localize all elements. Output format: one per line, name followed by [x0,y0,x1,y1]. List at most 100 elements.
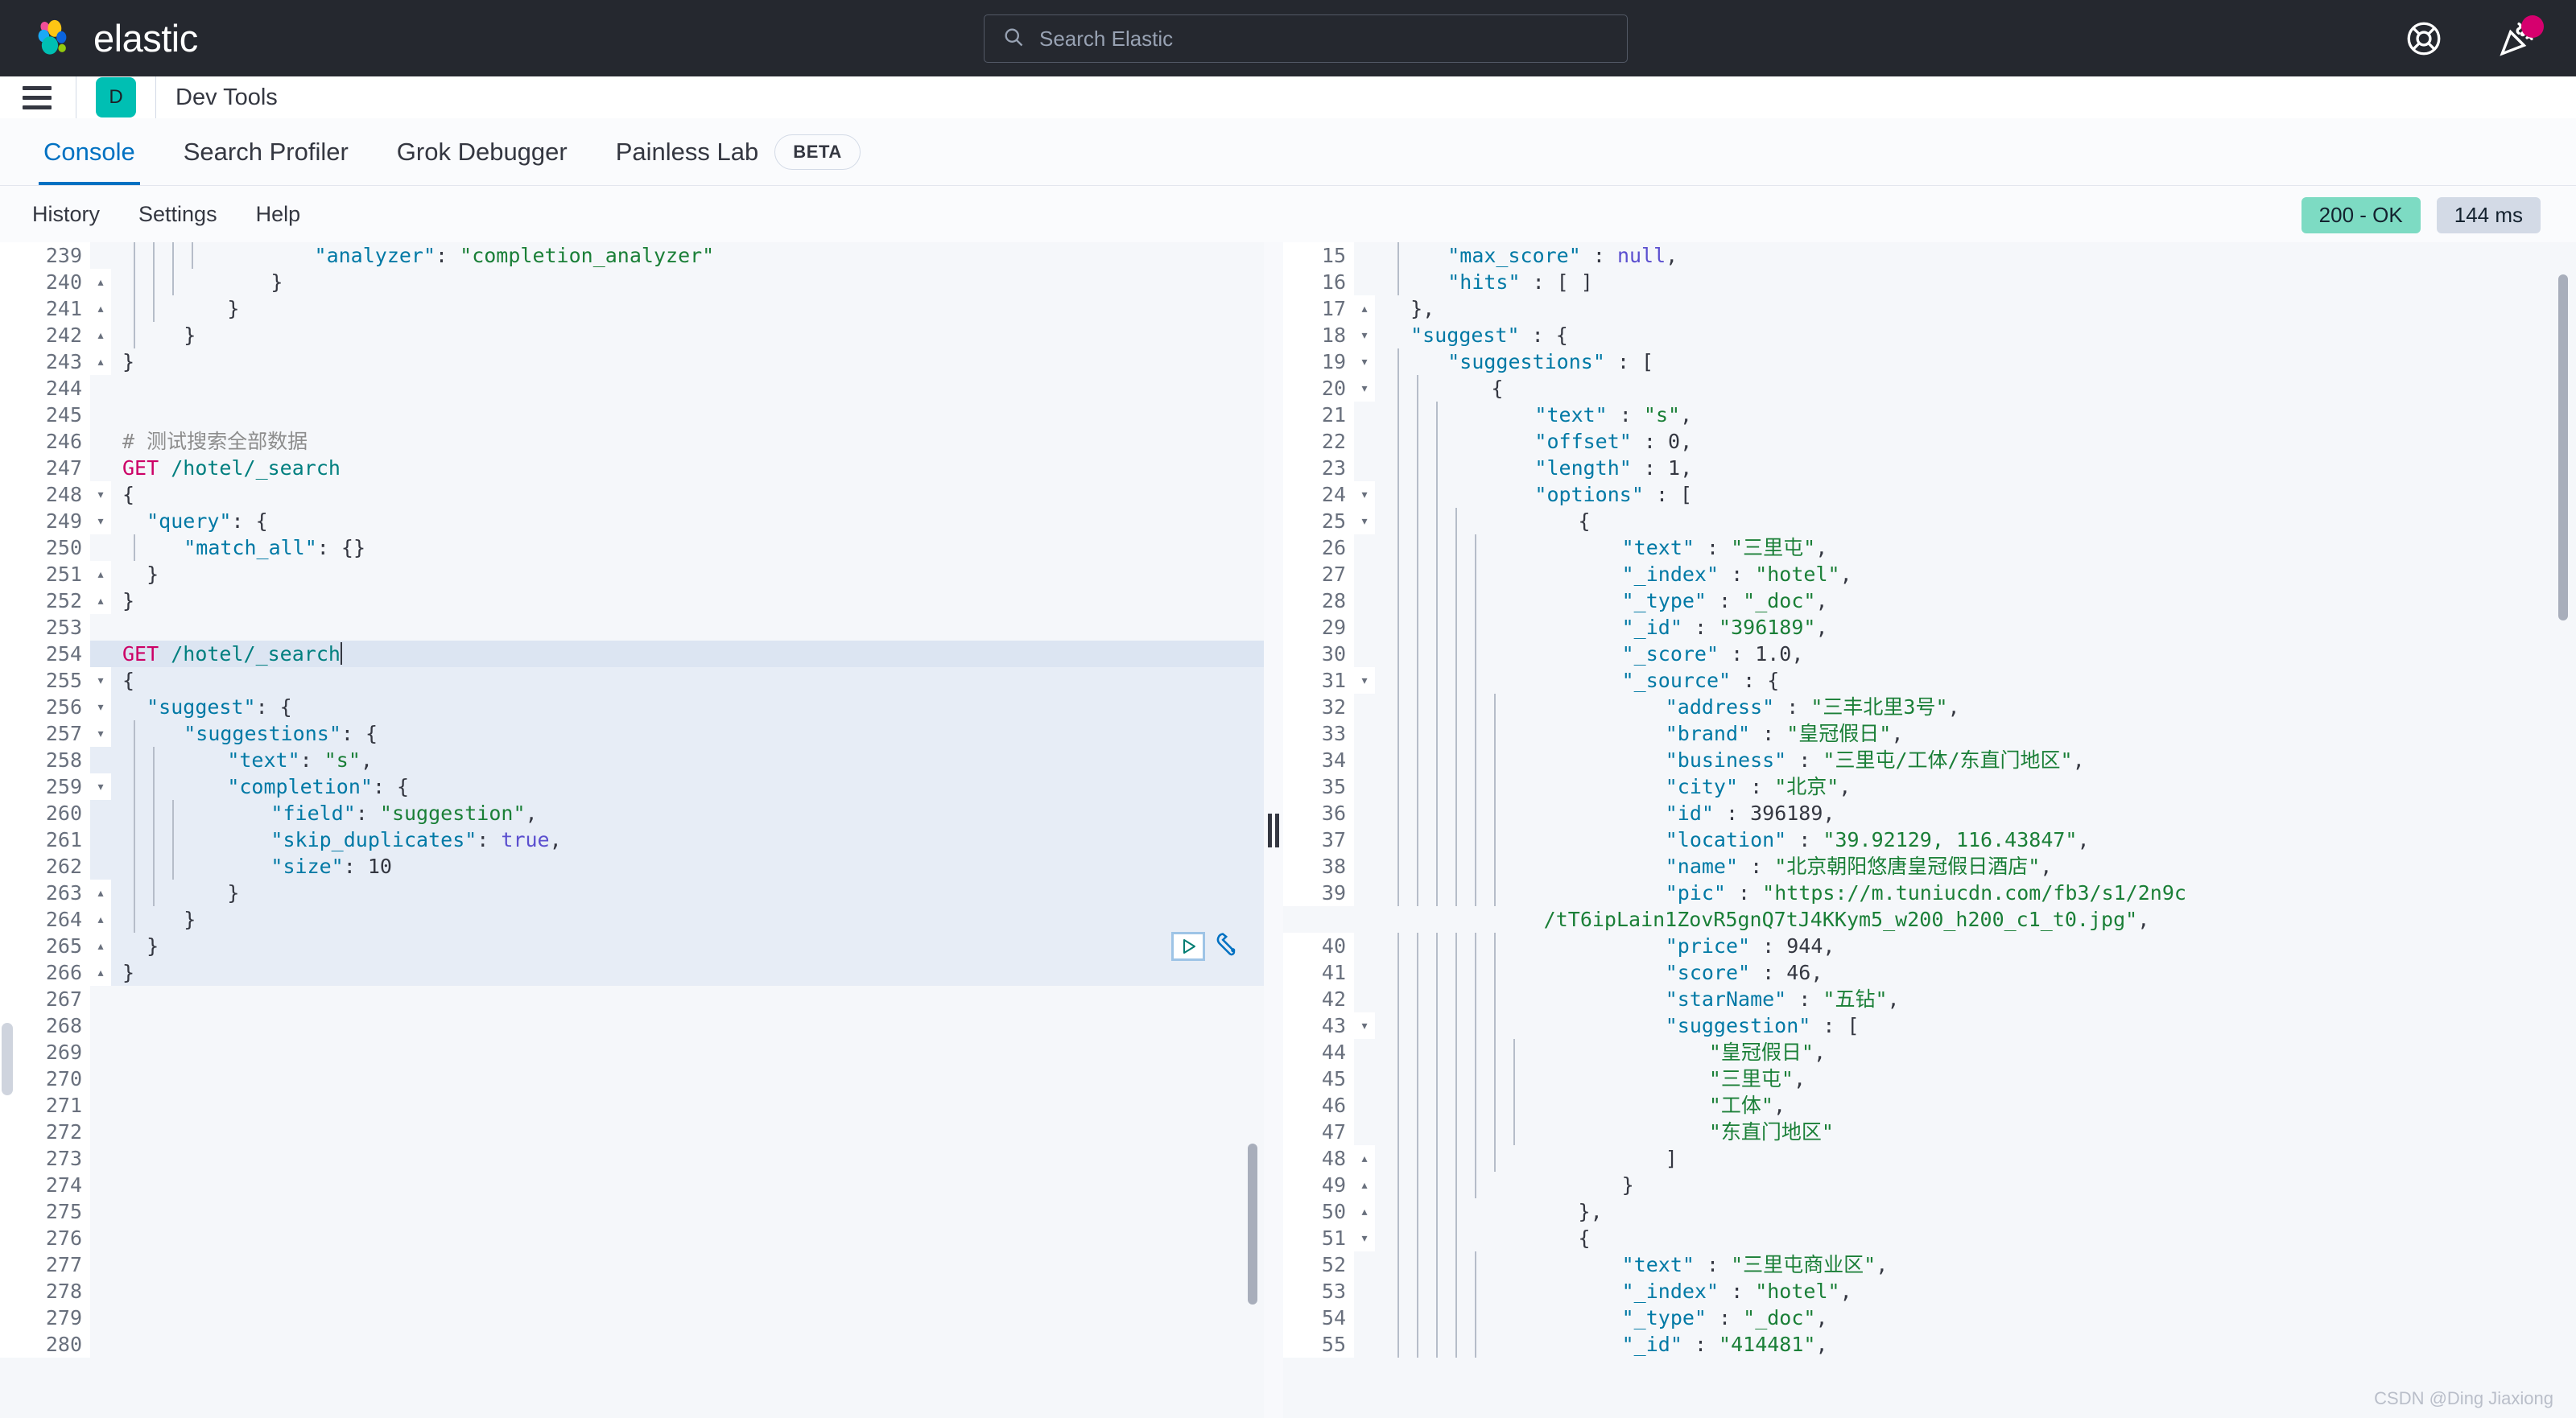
wrench-icon[interactable] [1213,930,1241,962]
settings-button[interactable]: Settings [138,202,217,227]
response-line[interactable]: 38 "name" : "北京朝阳悠唐皇冠假日酒店", [1264,853,2576,880]
editor-line[interactable]: 245 [0,402,1264,428]
response-line[interactable]: 24 ▾ "options" : [ [1264,481,2576,508]
fold-expand-icon[interactable]: ▴ [1354,1145,1375,1172]
response-line[interactable]: 44 "皇冠假日", [1264,1039,2576,1066]
editor-line[interactable]: 279 [0,1305,1264,1331]
fold-expand-icon[interactable]: ▴ [90,322,111,348]
response-line[interactable]: 30 "_score" : 1.0, [1264,641,2576,667]
response-line[interactable]: 32 "address" : "三丰北里3号", [1264,694,2576,720]
editor-line[interactable]: 261 "skip_duplicates": true, [0,826,1264,853]
editor-line[interactable]: 252 ▴} [0,587,1264,614]
response-line[interactable]: 47 "东直门地区" [1264,1119,2576,1145]
response-vertical-scrollbar[interactable] [2558,274,2568,620]
fold-collapse-icon[interactable]: ▾ [90,481,111,508]
fold-collapse-icon[interactable]: ▾ [90,694,111,720]
response-line[interactable]: 39 "pic" : "https://m.tuniucdn.com/fb3/s… [1264,880,2576,933]
fold-expand-icon[interactable]: ▴ [90,959,111,986]
response-line[interactable]: 40 "price" : 944, [1264,933,2576,959]
fold-collapse-icon[interactable]: ▾ [1354,508,1375,534]
editor-line[interactable]: 246 # 测试搜索全部数据 [0,428,1264,455]
editor-line[interactable]: 239 "analyzer": "completion_analyzer" [0,242,1264,269]
response-line[interactable]: 27 "_index" : "hotel", [1264,561,2576,587]
response-line[interactable]: 31 ▾ "_source" : { [1264,667,2576,694]
history-button[interactable]: History [32,202,100,227]
response-line[interactable]: 51 ▾ { [1264,1225,2576,1251]
fold-collapse-icon[interactable]: ▾ [1354,322,1375,348]
response-line[interactable]: 29 "_id" : "396189", [1264,614,2576,641]
response-line[interactable]: 37 "location" : "39.92129, 116.43847", [1264,826,2576,853]
fold-expand-icon[interactable]: ▴ [90,906,111,933]
editor-line[interactable]: 257 ▾ "suggestions": { [0,720,1264,747]
response-line[interactable]: 25 ▾ { [1264,508,2576,534]
response-viewer[interactable]: 15 "max_score" : null, 16 "hits" : [ ] 17 ▴… [1264,242,2576,1418]
editor-line[interactable]: 242 ▴ } [0,322,1264,348]
editor-line[interactable]: 247 GET /hotel/_search [0,455,1264,481]
fold-expand-icon[interactable]: ▴ [90,561,111,587]
editor-line[interactable]: 255 ▾ { [0,667,1264,694]
editor-line[interactable]: 277 [0,1251,1264,1278]
request-editor[interactable]: 239 "analyzer": "completion_analyzer" 240… [0,242,1264,1418]
fold-collapse-icon[interactable]: ▾ [1354,1225,1375,1251]
editor-line[interactable]: 262 "size": 10 [0,853,1264,880]
fold-collapse-icon[interactable]: ▾ [1354,375,1375,402]
response-line[interactable]: 28 "_type" : "_doc", [1264,587,2576,614]
editor-line[interactable]: 271 [0,1092,1264,1119]
response-line[interactable]: 15 "max_score" : null, [1264,242,2576,269]
response-line[interactable]: 49 ▴ } [1264,1172,2576,1198]
response-line[interactable]: 48 ▴ ] [1264,1145,2576,1172]
editor-line[interactable]: 265 ▴ } [0,933,1264,959]
response-line[interactable]: 36 "id" : 396189, [1264,800,2576,826]
editor-line[interactable]: 275 [0,1198,1264,1225]
editor-line[interactable]: 267 [0,986,1264,1012]
response-line[interactable]: 17 ▴ }, [1264,295,2576,322]
response-line[interactable]: 21 "text" : "s", [1264,402,2576,428]
fold-collapse-icon[interactable]: ▾ [90,773,111,800]
response-line[interactable]: 16 "hits" : [ ] [1264,269,2576,295]
response-line[interactable]: 45 "三里屯", [1264,1066,2576,1092]
response-line[interactable]: 52 "text" : "三里屯商业区", [1264,1251,2576,1278]
response-line[interactable]: 50 ▴ }, [1264,1198,2576,1225]
editor-line[interactable]: 249 ▾ "query": { [0,508,1264,534]
editor-line[interactable]: 244 [0,375,1264,402]
response-line[interactable]: 46 "工体", [1264,1092,2576,1119]
fold-expand-icon[interactable]: ▴ [1354,1198,1375,1225]
editor-line[interactable]: 273 [0,1145,1264,1172]
space-avatar[interactable]: D [96,77,136,117]
response-line[interactable]: 54 "_type" : "_doc", [1264,1305,2576,1331]
tab-grok-debugger[interactable]: Grok Debugger [373,118,592,185]
response-line[interactable]: 20 ▾ { [1264,375,2576,402]
response-line[interactable]: 43 ▾ "suggestion" : [ [1264,1012,2576,1039]
editor-line[interactable]: 253 [0,614,1264,641]
help-button[interactable]: Help [256,202,301,227]
lifebuoy-help-icon[interactable] [2404,19,2444,59]
editor-line[interactable]: 256 ▾ "suggest": { [0,694,1264,720]
editor-line[interactable]: 243 ▴} [0,348,1264,375]
editor-line[interactable]: 280 [0,1331,1264,1358]
editor-line[interactable]: 266 ▴} [0,959,1264,986]
editor-line[interactable]: 254 GET /hotel/_search [0,641,1264,667]
editor-line[interactable]: 240 ▴ } [0,269,1264,295]
fold-expand-icon[interactable]: ▴ [90,880,111,906]
editor-line[interactable]: 268 [0,1012,1264,1039]
search-input[interactable] [1039,26,1609,52]
brand-logo[interactable]: elastic [0,16,198,60]
editor-line[interactable]: 264 ▴ } [0,906,1264,933]
response-line[interactable]: 26 "text" : "三里屯", [1264,534,2576,561]
hamburger-menu-icon[interactable] [18,78,56,117]
tab-painless-lab[interactable]: Painless Lab BETA [592,118,885,185]
editor-vertical-scrollbar[interactable] [1248,1144,1257,1305]
fold-expand-icon[interactable]: ▴ [90,269,111,295]
fold-collapse-icon[interactable]: ▾ [1354,667,1375,694]
response-line[interactable]: 19 ▾ "suggestions" : [ [1264,348,2576,375]
editor-line[interactable]: 260 "field": "suggestion", [0,800,1264,826]
editor-line[interactable]: 258 "text": "s", [0,747,1264,773]
fold-expand-icon[interactable]: ▴ [90,295,111,322]
response-line[interactable]: 22 "offset" : 0, [1264,428,2576,455]
fold-collapse-icon[interactable]: ▾ [1354,1012,1375,1039]
party-popper-icon[interactable] [2497,14,2544,59]
response-line[interactable]: 53 "_index" : "hotel", [1264,1278,2576,1305]
fold-collapse-icon[interactable]: ▾ [90,508,111,534]
editor-line[interactable]: 248 ▾ { [0,481,1264,508]
editor-line[interactable]: 269 [0,1039,1264,1066]
